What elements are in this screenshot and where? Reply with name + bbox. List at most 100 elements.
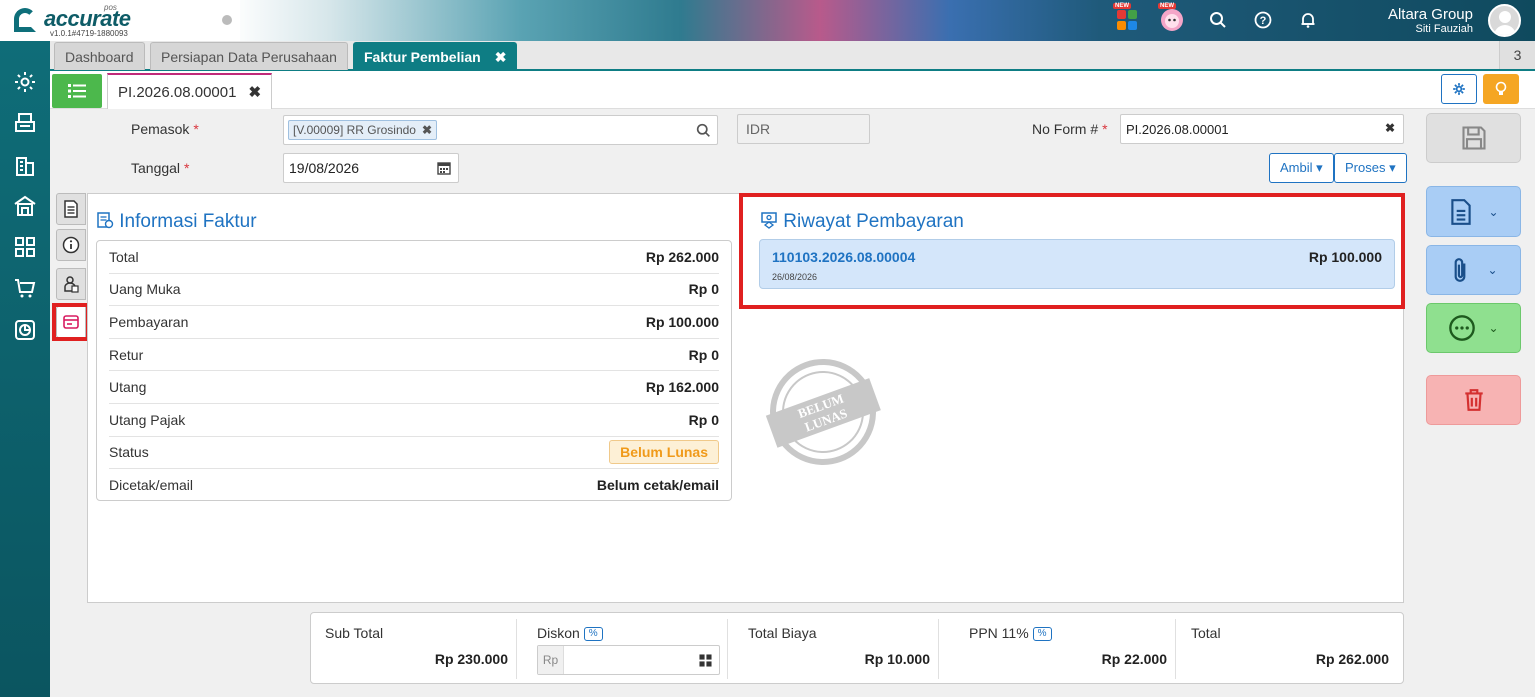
document-icon (64, 200, 78, 218)
bell-icon (1301, 13, 1315, 28)
avatar[interactable] (1488, 4, 1521, 37)
apps-grid-icon (1117, 10, 1137, 30)
document-tab-label: PI.2026.08.00001 (118, 84, 237, 101)
grand-total-value: Rp 262.000 (1315, 651, 1389, 667)
user-doc-tab[interactable] (56, 268, 86, 300)
gear-icon (1453, 83, 1465, 95)
supplier-label: Pemasok * (131, 121, 199, 137)
warehouse-icon[interactable] (12, 193, 38, 219)
help-button[interactable]: ? (1251, 8, 1275, 32)
settings-gear-icon[interactable] (12, 69, 38, 95)
ppn-label-text: PPN 11% (969, 625, 1029, 641)
row-value: Belum cetak/email (596, 477, 719, 494)
tab-count[interactable]: 3 (1499, 41, 1535, 69)
attachment-button[interactable]: ⌄ (1426, 245, 1521, 295)
building-icon[interactable] (12, 153, 38, 179)
calculator-icon[interactable] (699, 654, 712, 667)
invoice-icon (97, 212, 114, 229)
report-chart-icon[interactable] (12, 317, 38, 343)
document-strip: PI.2026.08.00001 ✖ (50, 71, 1535, 109)
company-info[interactable]: Altara Group Siti Fauziah (1388, 6, 1473, 35)
tab-label: Persiapan Data Perusahaan (161, 49, 337, 65)
payment-number-link[interactable]: 110103.2026.08.00004 (772, 249, 915, 265)
status-badge: Belum Lunas (609, 440, 719, 465)
row-label: Utang Pajak (109, 411, 186, 428)
grand-total-label: Total (1191, 625, 1221, 641)
row-label: Retur (109, 346, 144, 363)
document-tab[interactable]: PI.2026.08.00001 ✖ (107, 73, 273, 109)
mascot-button[interactable]: NEW (1158, 3, 1184, 32)
ambil-dropdown[interactable]: Ambil ▾ (1269, 153, 1334, 183)
ppn-value: Rp 22.000 (1101, 651, 1167, 667)
discount-label: Diskon% (537, 625, 603, 641)
clear-icon[interactable]: ✖ (1385, 121, 1395, 135)
notification-button[interactable] (1296, 8, 1320, 32)
detail-tab[interactable] (56, 193, 86, 225)
apps-button[interactable]: NEW (1113, 3, 1139, 32)
ppn-percent-toggle[interactable]: % (1032, 627, 1052, 641)
supplier-chip: [V.00009] RR Grosindo ✖ (288, 120, 438, 140)
date-value: 19/08/2026 (289, 160, 360, 176)
row-label: Total (109, 248, 139, 265)
new-badge: NEW (1113, 3, 1131, 9)
supplier-label-text: Pemasok (131, 121, 190, 137)
company-name: Altara Group (1387, 6, 1473, 23)
row-value: Rp 0 (688, 346, 719, 363)
module-tabbar: Dashboard Persiapan Data Perusahaan Fakt… (50, 41, 1535, 71)
status-dot (222, 15, 232, 25)
tab-dashboard[interactable]: Dashboard (54, 42, 145, 70)
form-no-field[interactable]: PI.2026.08.00001 ✖ (1120, 114, 1404, 144)
tips-button[interactable] (1483, 74, 1519, 104)
lightbulb-icon (1495, 81, 1507, 95)
cash-register-icon[interactable] (12, 109, 38, 135)
list-view-button[interactable] (52, 74, 102, 108)
chevron-down-icon: ▾ (1389, 160, 1396, 175)
settings-button[interactable] (1441, 74, 1477, 104)
help-icon: ? (1254, 11, 1272, 29)
payment-history-icon (761, 212, 777, 229)
supplier-field[interactable]: [V.00009] RR Grosindo ✖ (283, 115, 718, 145)
discount-percent-toggle[interactable]: % (583, 627, 603, 641)
info-table: Total Rp 262.000 Uang Muka Rp 0 Pembayaran… (96, 240, 732, 501)
tab-label: Dashboard (65, 49, 134, 65)
chevron-down-icon: ⌄ (1488, 321, 1499, 335)
proses-dropdown[interactable]: Proses ▾ (1334, 153, 1407, 183)
payment-item[interactable]: 110103.2026.08.00004 Rp 100.000 26/08/20… (759, 239, 1395, 289)
info-tab[interactable] (56, 229, 86, 261)
remove-supplier-icon[interactable]: ✖ (422, 123, 432, 137)
info-row-dicetak: Dicetak/email Belum cetak/email (109, 469, 719, 502)
inventory-icon[interactable] (12, 234, 38, 260)
info-title: Informasi Faktur (96, 211, 257, 233)
required-mark: * (193, 121, 199, 137)
subtotal-value: Rp 230.000 (434, 651, 508, 667)
purchase-cart-icon[interactable] (12, 275, 38, 301)
info-row-uang-muka: Uang Muka Rp 0 (109, 274, 719, 307)
discount-input[interactable]: Rp (537, 645, 720, 675)
document-button[interactable]: ⌄ (1426, 186, 1521, 237)
chevron-down-icon: ▾ (1316, 160, 1323, 175)
delete-button[interactable] (1426, 375, 1521, 425)
biaya-label: Total Biaya (748, 625, 817, 641)
tab-persiapan-data[interactable]: Persiapan Data Perusahaan (150, 42, 348, 70)
main-sidebar (0, 41, 50, 697)
logo-area: accurate pos v1.0.1#4719-1880093 (0, 0, 240, 41)
list-icon (68, 84, 86, 98)
info-row-pembayaran: Pembayaran Rp 100.000 (109, 306, 719, 339)
row-value: Rp 0 (688, 281, 719, 298)
save-button[interactable] (1426, 113, 1521, 163)
close-icon[interactable]: ✖ (248, 84, 261, 101)
svg-text:?: ? (1260, 15, 1267, 27)
more-options-button[interactable]: ⌄ (1426, 303, 1521, 353)
search-button[interactable] (1206, 8, 1230, 32)
close-icon[interactable]: ✖ (495, 49, 507, 65)
form-no-label-text: No Form # (1032, 121, 1099, 137)
required-mark: * (1102, 121, 1108, 137)
row-label: Dicetak/email (109, 477, 194, 494)
user-name: Siti Fauziah (1415, 23, 1473, 35)
tab-faktur-pembelian[interactable]: Faktur Pembelian ✖ (353, 42, 518, 70)
row-label: Utang (109, 379, 147, 396)
calendar-icon[interactable] (437, 161, 451, 175)
date-field[interactable]: 19/08/2026 (283, 153, 459, 183)
totals-bar: Sub Total Rp 230.000 Diskon% Rp Total Bi… (310, 612, 1404, 684)
search-icon[interactable] (696, 123, 711, 138)
